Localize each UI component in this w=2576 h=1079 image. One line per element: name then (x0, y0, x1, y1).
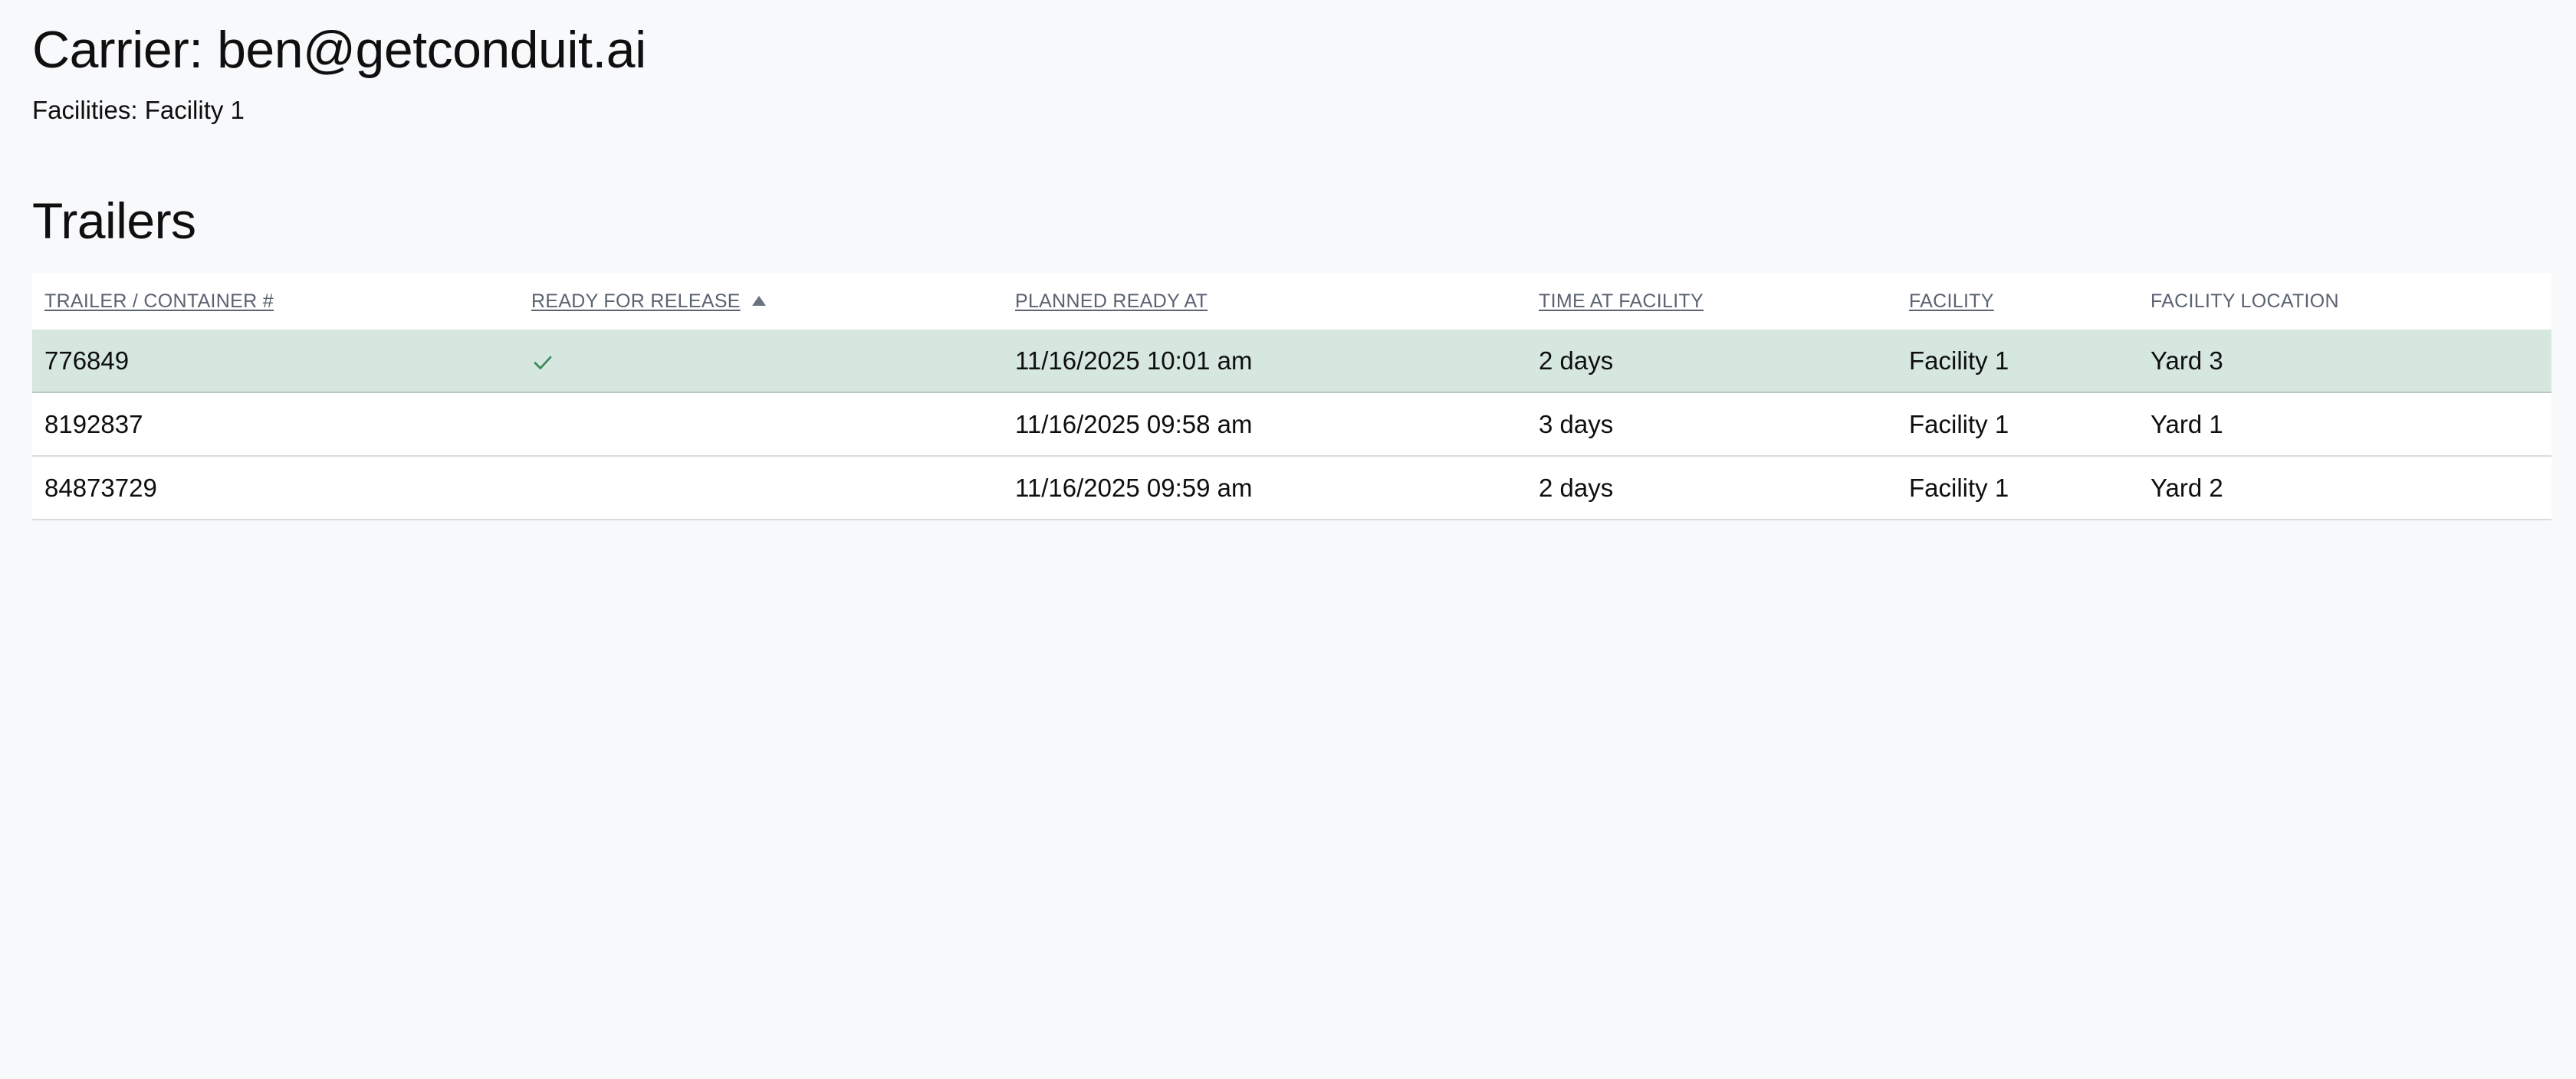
cell-trailer: 776849 (32, 330, 519, 393)
table-body: 776849 11/16/2025 10:01 am 2 days Facili… (32, 330, 2551, 520)
cell-time-at-facility: 2 days (1526, 330, 1897, 393)
column-header-ready-for-release[interactable]: READY FOR RELEASE (519, 273, 1003, 330)
cell-facility: Facility 1 (1897, 392, 2138, 457)
cell-facility: Facility 1 (1897, 456, 2138, 520)
column-header-facility[interactable]: FACILITY (1897, 273, 2138, 330)
cell-ready-for-release (519, 392, 1003, 457)
sort-link-facility[interactable]: FACILITY (1909, 290, 1994, 312)
facilities-line: Facilities: Facility 1 (32, 96, 245, 124)
cell-ready-for-release (519, 330, 1003, 393)
column-header-trailer[interactable]: TRAILER / CONTAINER # (32, 273, 519, 330)
cell-time-at-facility: 2 days (1526, 456, 1897, 520)
cell-facility-location: Yard 2 (2138, 456, 2551, 520)
sort-link-planned-ready-at[interactable]: PLANNED READY AT (1015, 290, 1208, 312)
trailers-table: TRAILER / CONTAINER # READY FOR RELEASE … (32, 273, 2551, 520)
table-row[interactable]: 8192837 11/16/2025 09:58 am 3 days Facil… (32, 392, 2551, 457)
sort-ascending-icon[interactable] (752, 295, 767, 306)
trailers-table-container: TRAILER / CONTAINER # READY FOR RELEASE … (32, 273, 2551, 520)
sort-link-ready-for-release[interactable]: READY FOR RELEASE (531, 290, 741, 312)
cell-planned-ready-at: 11/16/2025 09:59 am (1003, 456, 1526, 520)
table-header-row: TRAILER / CONTAINER # READY FOR RELEASE … (32, 273, 2551, 330)
cell-facility-location: Yard 3 (2138, 330, 2551, 393)
cell-ready-for-release (519, 456, 1003, 520)
column-header-time-at-facility[interactable]: TIME AT FACILITY (1526, 273, 1897, 330)
column-label-facility-location: FACILITY LOCATION (2150, 290, 2339, 312)
cell-planned-ready-at: 11/16/2025 10:01 am (1003, 330, 1526, 393)
column-header-facility-location: FACILITY LOCATION (2138, 273, 2551, 330)
sort-link-trailer[interactable]: TRAILER / CONTAINER # (44, 290, 274, 312)
table-row[interactable]: 776849 11/16/2025 10:01 am 2 days Facili… (32, 330, 2551, 393)
checkmark-icon (534, 356, 552, 369)
sort-link-time-at-facility[interactable]: TIME AT FACILITY (1539, 290, 1704, 312)
carrier-title: Carrier: ben@getconduit.ai (32, 21, 646, 79)
cell-time-at-facility: 3 days (1526, 392, 1897, 457)
cell-planned-ready-at: 11/16/2025 09:58 am (1003, 392, 1526, 457)
cell-facility: Facility 1 (1897, 330, 2138, 393)
table-row[interactable]: 84873729 11/16/2025 09:59 am 2 days Faci… (32, 456, 2551, 520)
cell-facility-location: Yard 1 (2138, 392, 2551, 457)
cell-trailer: 8192837 (32, 392, 519, 457)
trailers-heading: Trailers (32, 192, 196, 249)
column-header-planned-ready-at[interactable]: PLANNED READY AT (1003, 273, 1526, 330)
table-header: TRAILER / CONTAINER # READY FOR RELEASE … (32, 273, 2551, 330)
cell-trailer: 84873729 (32, 456, 519, 520)
